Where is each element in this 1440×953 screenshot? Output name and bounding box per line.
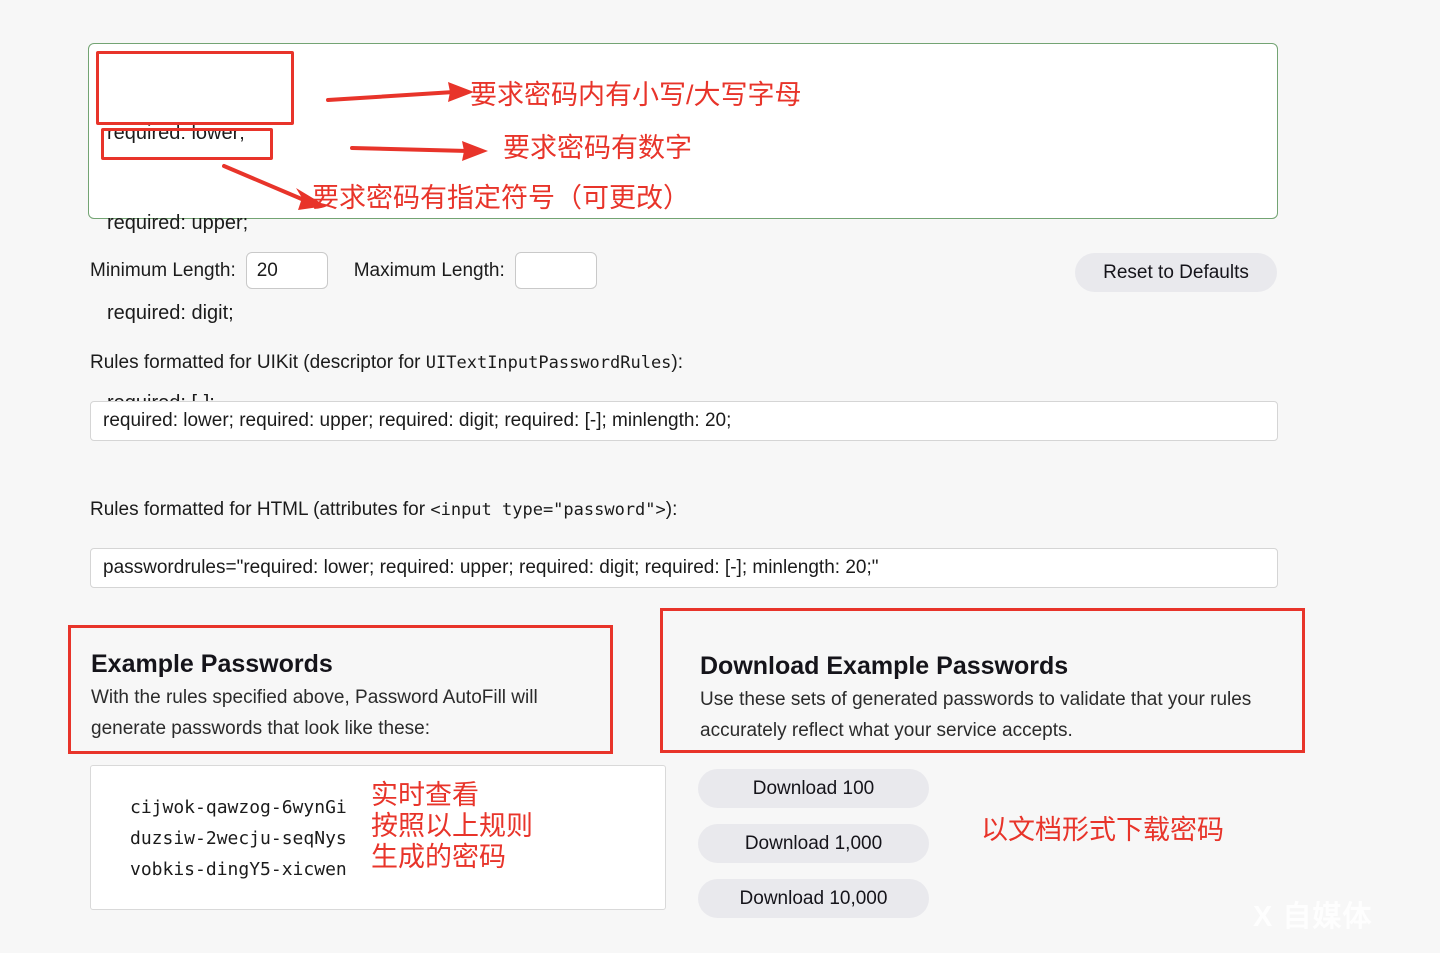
download-1000-button[interactable]: Download 1,000: [698, 824, 929, 863]
length-controls-row: Minimum Length: Maximum Length:: [90, 252, 597, 289]
rule-line-digit: required: digit;: [107, 302, 234, 324]
uikit-rules-value: required: lower; required: upper; requir…: [103, 410, 732, 431]
uikit-rules-output[interactable]: required: lower; required: upper; requir…: [90, 401, 1278, 441]
download-passwords-title: Download Example Passwords: [700, 652, 1069, 680]
html-label-suffix: ):: [665, 499, 678, 520]
example-passwords-title: Example Passwords: [91, 650, 333, 678]
example-password: cijwok-qawzog-6wynGi: [130, 797, 347, 818]
annotation-lower-upper: 要求密码内有小写/大写字母: [470, 80, 802, 110]
example-password: vobkis-dingY5-xicwen: [130, 859, 347, 880]
example-password: duzsiw-2wecju-seqNys: [130, 828, 347, 849]
minimum-length-input[interactable]: [245, 252, 328, 289]
reset-to-defaults-button[interactable]: Reset to Defaults: [1075, 253, 1277, 292]
uikit-rules-label: Rules formatted for UIKit (descriptor fo…: [90, 352, 683, 374]
maximum-length-label: Maximum Length:: [353, 259, 505, 281]
annotation-live-preview: 实时查看 按照以上规则 生成的密码: [371, 780, 533, 872]
html-label-tag: <input type="password">: [430, 500, 666, 520]
example-passwords-header: Example Passwords With the rules specifi…: [91, 648, 601, 744]
watermark: X 自媒体: [1253, 901, 1373, 933]
uikit-label-prefix: Rules formatted for UIKit (descriptor fo…: [90, 352, 426, 373]
download-passwords-header: Download Example Passwords Use these set…: [700, 650, 1280, 746]
download-passwords-description: Use these sets of generated passwords to…: [700, 689, 1252, 741]
html-rules-output[interactable]: passwordrules="required: lower; required…: [90, 548, 1278, 588]
download-100-button[interactable]: Download 100: [698, 769, 929, 808]
maximum-length-input[interactable]: [514, 252, 597, 289]
html-label-prefix: Rules formatted for HTML (attributes for: [90, 499, 431, 520]
html-rules-value: passwordrules="required: lower; required…: [103, 557, 879, 578]
minimum-length-label: Minimum Length:: [90, 259, 236, 281]
download-10000-button[interactable]: Download 10,000: [698, 879, 929, 918]
annotation-digit: 要求密码有数字: [503, 133, 692, 163]
html-rules-label: Rules formatted for HTML (attributes for…: [90, 499, 677, 521]
page-root: required: lower; required: upper; requir…: [0, 0, 1440, 953]
uikit-label-class: UITextInputPasswordRules: [425, 353, 672, 373]
annotation-symbol: 要求密码有指定符号（可更改）: [312, 183, 690, 213]
uikit-label-suffix: ):: [671, 352, 684, 373]
example-passwords-description: With the rules specified above, Password…: [91, 687, 538, 739]
annotation-download: 以文档形式下载密码: [981, 815, 1224, 845]
example-passwords-list: cijwok-qawzog-6wynGi duzsiw-2wecju-seqNy…: [130, 792, 347, 885]
